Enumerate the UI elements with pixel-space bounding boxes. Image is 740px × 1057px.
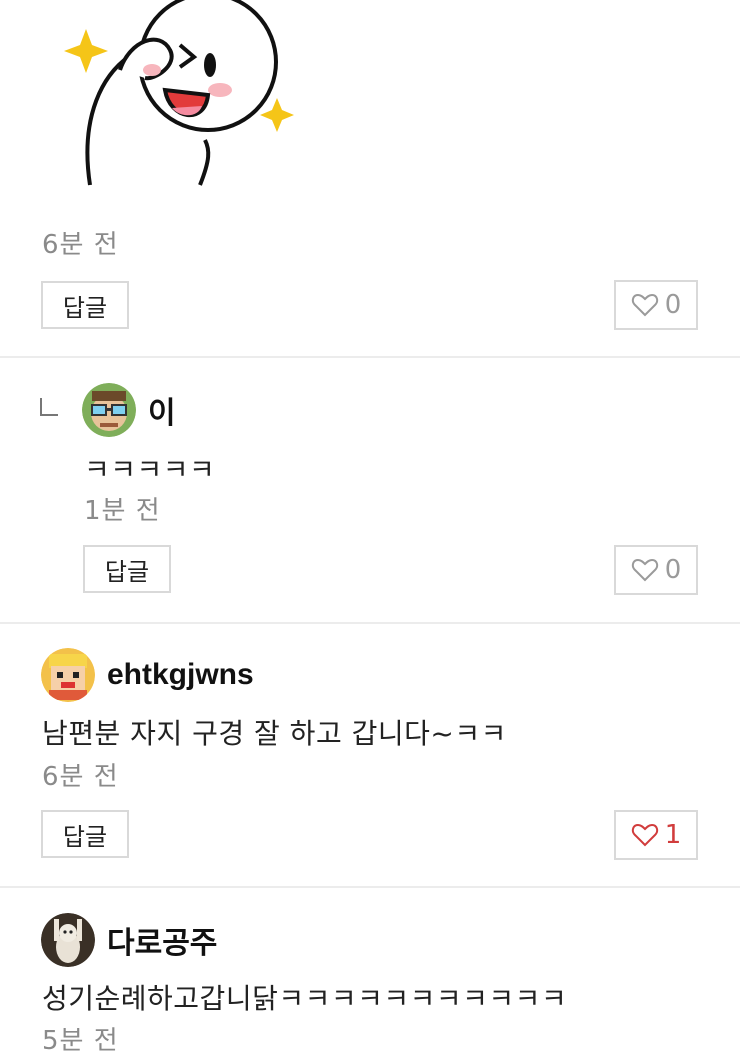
comment-time: 6분 전 <box>42 230 119 260</box>
like-count: 0 <box>664 555 682 585</box>
comment-time: 6분 전 <box>42 762 119 792</box>
reply-button[interactable]: 답글 <box>41 281 129 329</box>
reply-button-label: 답글 <box>62 822 108 851</box>
like-count: 0 <box>664 290 682 320</box>
like-button[interactable]: 0 <box>614 280 698 330</box>
avatar[interactable] <box>41 913 95 967</box>
avatar[interactable] <box>82 383 136 437</box>
heart-icon <box>631 293 658 317</box>
sticker-image <box>60 0 300 190</box>
comment-author[interactable]: ehtkgjwns <box>41 648 254 702</box>
username[interactable]: 다로공주 <box>107 918 217 962</box>
comment-time: 5분 전 <box>42 1026 119 1056</box>
avatar[interactable] <box>41 648 95 702</box>
username[interactable]: ehtkgjwns <box>107 658 254 692</box>
comment-time: 1분 전 <box>84 496 161 526</box>
reply-button-label: 답글 <box>104 557 150 586</box>
comment-divider <box>0 622 740 624</box>
heart-icon <box>631 823 658 847</box>
username[interactable]: 이 <box>148 388 176 432</box>
like-count: 1 <box>664 820 682 850</box>
comment-text: 성기순례하고갑니닭ㅋㅋㅋㅋㅋㅋㅋㅋㅋㅋㅋ <box>42 982 568 1015</box>
like-button[interactable]: 1 <box>614 810 698 860</box>
comment-author[interactable]: 다로공주 <box>41 913 217 967</box>
like-button[interactable]: 0 <box>614 545 698 595</box>
comment-text: ㅋㅋㅋㅋㅋ <box>84 453 216 486</box>
reply-corner-icon <box>40 398 58 416</box>
comment-text: 남편분 자지 구경 잘 하고 갑니다~ㅋㅋ <box>42 717 507 750</box>
comment-divider <box>0 356 740 358</box>
reply-button[interactable]: 답글 <box>83 545 171 593</box>
reply-button[interactable]: 답글 <box>41 810 129 858</box>
comment-author[interactable]: 이 <box>82 383 176 437</box>
reply-button-label: 답글 <box>62 293 108 322</box>
heart-icon <box>631 558 658 582</box>
comment-divider <box>0 886 740 888</box>
